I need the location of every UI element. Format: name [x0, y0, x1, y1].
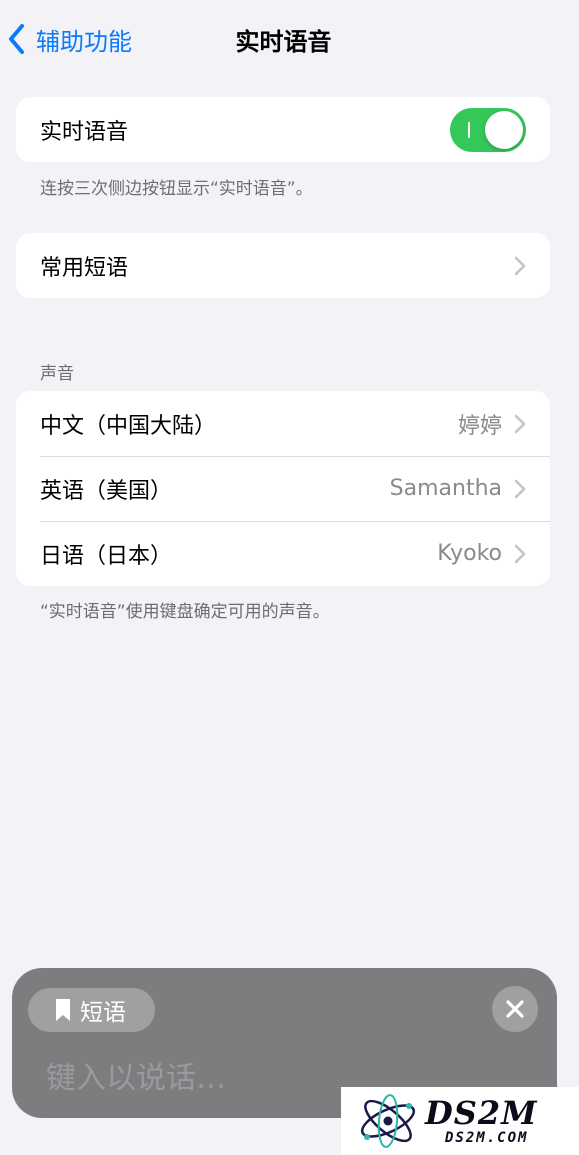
watermark-brand: DS2M [425, 1094, 538, 1132]
chevron-right-icon [514, 256, 526, 276]
watermark: DS2M DS2M.COM [341, 1087, 579, 1155]
watermark-text: DS2M DS2M.COM [425, 1096, 538, 1146]
voice-language-label: 日语（日本） [40, 543, 173, 569]
voice-name-value: Samantha [389, 476, 502, 501]
voice-language-label: 中文（中国大陆） [40, 413, 217, 439]
chevron-right-icon [514, 414, 526, 434]
voices-footnote: “实时语音”使用键盘确定可用的声音。 [40, 602, 330, 622]
chevron-right-icon [514, 544, 526, 564]
voices-group: 中文（中国大陆） 婷婷 英语（美国） Samantha 日语（日本） Kyoko [16, 391, 550, 586]
voice-name-value: 婷婷 [457, 413, 502, 439]
watermark-url: DS2M.COM [445, 1130, 529, 1146]
favorite-phrases-label: 常用短语 [40, 255, 129, 281]
voice-language-label: 英语（美国） [40, 478, 173, 504]
voices-section-header: 声音 [40, 364, 74, 384]
bookmark-icon [56, 999, 70, 1021]
close-button[interactable] [492, 986, 538, 1032]
voice-name-value: Kyoko [437, 541, 502, 566]
page-title: 实时语音 [0, 22, 579, 57]
close-icon [506, 1000, 524, 1018]
live-speech-toggle[interactable] [450, 107, 526, 152]
toggle-on-indicator [468, 121, 470, 138]
voice-row-japanese[interactable]: 日语（日本） Kyoko [16, 521, 550, 586]
phrases-group: 常用短语 [16, 233, 550, 298]
live-speech-group: 实时语音 [16, 97, 550, 162]
voice-row-chinese[interactable]: 中文（中国大陆） 婷婷 [16, 391, 550, 456]
live-speech-label: 实时语音 [40, 119, 129, 145]
live-speech-footnote: 连按三次侧边按钮显示“实时语音”。 [40, 179, 313, 199]
favorite-phrases-row[interactable]: 常用短语 [16, 233, 550, 298]
phrases-chip-label: 短语 [80, 1000, 126, 1026]
live-speech-row: 实时语音 [16, 97, 550, 162]
atom-logo-icon [360, 1094, 416, 1148]
toggle-knob [485, 110, 523, 149]
phrases-chip-button[interactable]: 短语 [28, 988, 155, 1032]
navigation-bar: 辅助功能 实时语音 [0, 0, 579, 78]
chevron-right-icon [514, 479, 526, 499]
page-title-text: 实时语音 [235, 28, 332, 56]
voice-row-english[interactable]: 英语（美国） Samantha [16, 456, 550, 521]
